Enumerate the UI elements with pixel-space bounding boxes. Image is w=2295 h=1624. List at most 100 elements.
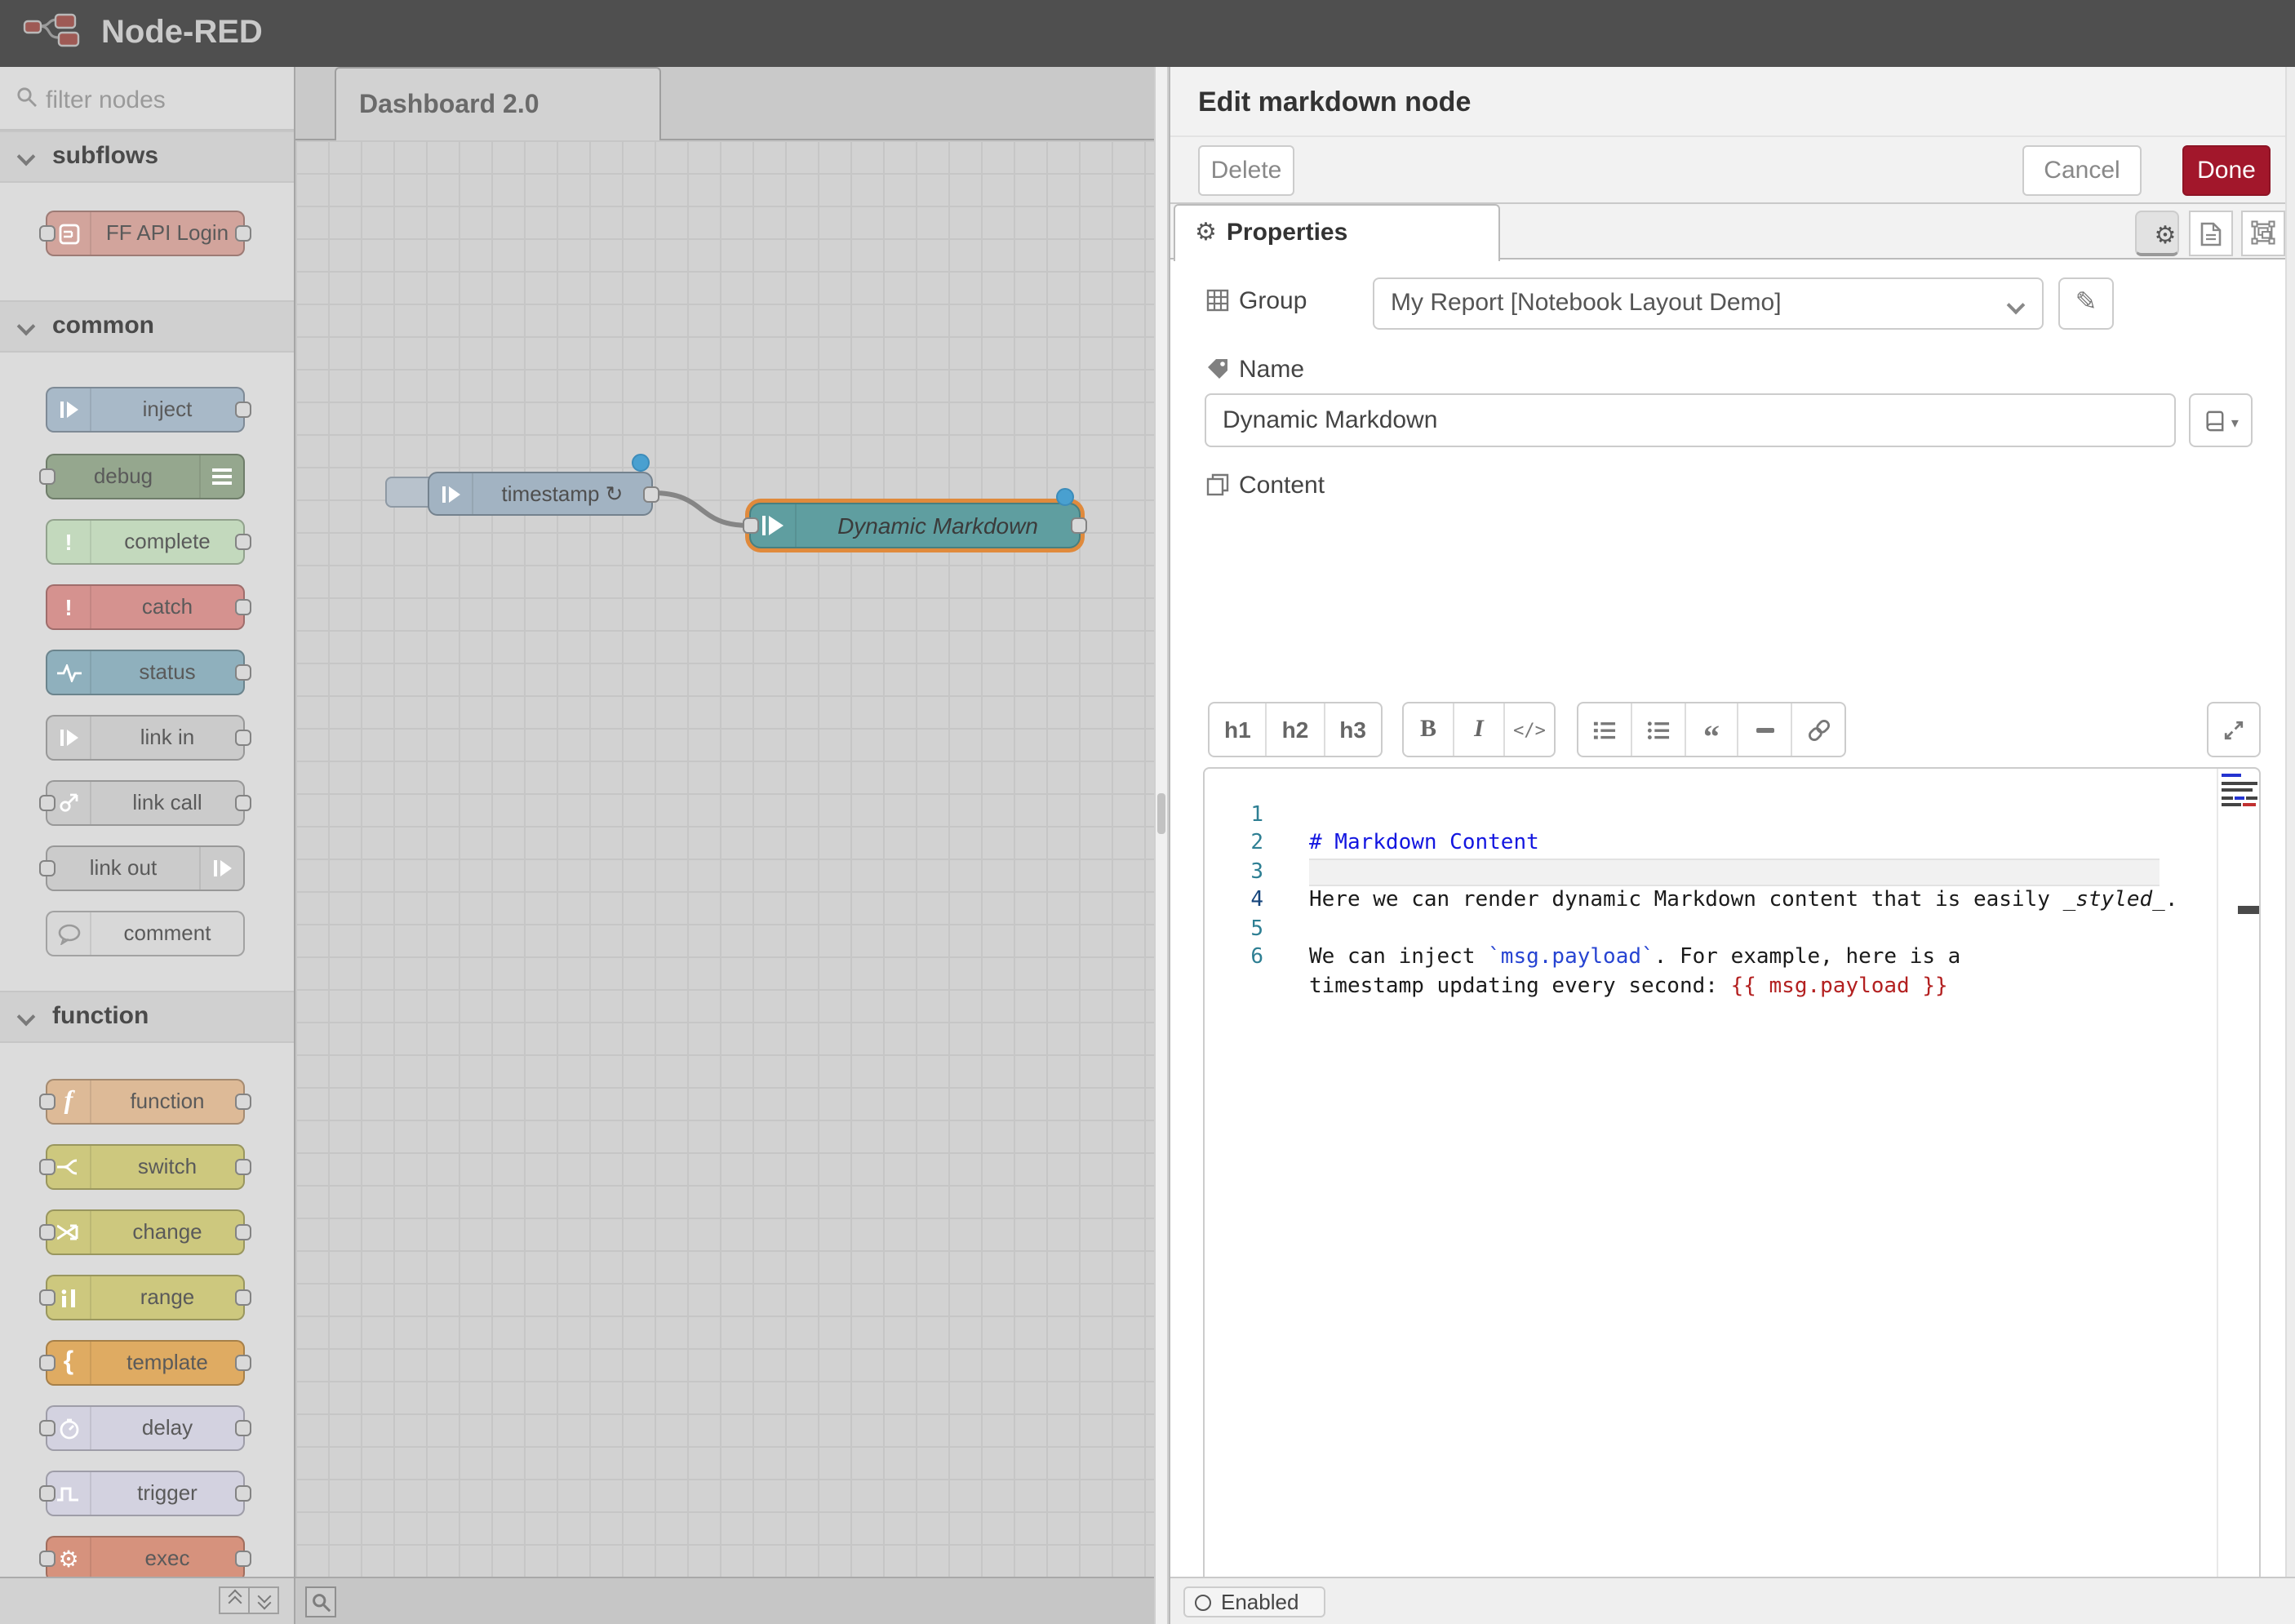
input-port[interactable] (39, 860, 55, 876)
output-port[interactable] (235, 730, 251, 746)
collapse-all-button[interactable] (219, 1586, 250, 1614)
palette-node-trigger[interactable]: trigger (46, 1471, 245, 1516)
description-view-button[interactable] (2189, 211, 2233, 256)
palette-node-link-call[interactable]: link call (46, 780, 245, 826)
blockquote-button[interactable]: “ (1685, 703, 1739, 756)
palette-node-debug[interactable]: debug (46, 454, 245, 499)
palette-node-delay[interactable]: delay (46, 1405, 245, 1451)
output-port[interactable] (235, 1485, 251, 1502)
input-port[interactable] (39, 1094, 55, 1110)
inject-trigger-button[interactable] (385, 477, 434, 508)
expand-editor-button[interactable] (2208, 703, 2259, 756)
palette-node-function[interactable]: f function (46, 1079, 245, 1125)
output-port[interactable] (235, 225, 251, 242)
properties-view-button[interactable]: ⚙ (2135, 211, 2179, 256)
output-port[interactable] (235, 534, 251, 550)
output-port[interactable] (1071, 517, 1087, 534)
output-port[interactable] (235, 402, 251, 418)
cancel-button[interactable]: Cancel (2022, 145, 2142, 196)
palette-node-ff-api-login[interactable]: FF API Login (46, 211, 245, 256)
appearance-view-button[interactable] (2241, 211, 2285, 256)
tray-resize-grip[interactable] (1157, 793, 1165, 834)
output-port[interactable] (235, 1420, 251, 1436)
editor-minimap[interactable] (2222, 774, 2261, 810)
tray-body: Group My Report [Notebook Layout Demo] ✎… (1170, 260, 2295, 1577)
palette-node-range[interactable]: range (46, 1275, 245, 1320)
edit-group-button[interactable]: ✎ (2058, 277, 2114, 330)
output-port[interactable] (235, 1355, 251, 1371)
input-port[interactable] (743, 517, 759, 534)
node-changed-indicator (632, 454, 650, 472)
wire-timestamp-to-markdown[interactable] (295, 67, 1154, 1577)
ordered-list-button[interactable] (1578, 703, 1632, 756)
output-port[interactable] (235, 795, 251, 811)
palette-node-inject[interactable]: inject (46, 387, 245, 433)
input-port[interactable] (39, 795, 55, 811)
palette-node-label: template (91, 1342, 243, 1384)
input-port[interactable] (39, 225, 55, 242)
gear-icon: ⚙ (2155, 222, 2177, 250)
tab-label: Dashboard 2.0 (359, 91, 539, 119)
input-port[interactable] (39, 1289, 55, 1306)
output-port[interactable] (235, 1289, 251, 1306)
link-button[interactable] (1792, 703, 1844, 756)
bold-button[interactable]: B (1404, 703, 1454, 756)
markdown-content-editor[interactable]: 1 # Markdown Content 2 3 Here we can ren… (1203, 767, 2261, 1624)
palette-node-complete[interactable]: ! complete (46, 519, 245, 565)
horizontal-rule-button[interactable] (1739, 703, 1793, 756)
tray-tab-bar: ⚙Properties ⚙ (1170, 204, 2295, 260)
category-subflows[interactable]: subflows (0, 131, 294, 183)
output-port[interactable] (235, 1159, 251, 1175)
h3-button[interactable]: h3 (1325, 703, 1381, 756)
flow-node-dynamic-markdown[interactable]: Dynamic Markdown (749, 503, 1081, 548)
input-port[interactable] (39, 1485, 55, 1502)
expand-all-button[interactable] (248, 1586, 279, 1614)
unordered-list-button[interactable] (1632, 703, 1686, 756)
search-flows-button[interactable] (305, 1586, 336, 1617)
input-port[interactable] (39, 1551, 55, 1567)
output-port[interactable] (235, 1551, 251, 1567)
category-common[interactable]: common (0, 300, 294, 353)
name-input[interactable] (1205, 393, 2176, 447)
palette-node-link-out[interactable]: link out (46, 845, 245, 891)
palette-node-label: delay (91, 1407, 243, 1449)
node-palette: subflows FF API Login common inject debu… (0, 67, 295, 1624)
output-port[interactable] (235, 599, 251, 615)
output-port[interactable] (643, 486, 659, 503)
palette-node-comment[interactable]: comment (46, 911, 245, 956)
node-enabled-toggle[interactable]: Enabled (1183, 1586, 1325, 1617)
tray-resize-bar[interactable] (1154, 67, 1169, 1624)
input-port[interactable] (39, 1355, 55, 1371)
filter-nodes-input[interactable] (42, 78, 277, 121)
comment-bubble-icon (47, 912, 91, 955)
palette-node-template[interactable]: { template (46, 1340, 245, 1386)
palette-node-change[interactable]: change (46, 1209, 245, 1255)
input-port[interactable] (39, 1159, 55, 1175)
palette-node-status[interactable]: status (46, 650, 245, 695)
tab-properties[interactable]: ⚙Properties (1174, 204, 1500, 261)
input-port[interactable] (39, 1420, 55, 1436)
flow-node-timestamp[interactable]: timestamp ↻ (428, 472, 653, 516)
tab-dashboard-2.0[interactable]: Dashboard 2.0 (335, 67, 661, 140)
palette-node-switch[interactable]: switch (46, 1144, 245, 1190)
code-button[interactable]: </> (1505, 703, 1554, 756)
output-port[interactable] (235, 1094, 251, 1110)
done-button[interactable]: Done (2182, 145, 2271, 196)
palette-node-link-in[interactable]: link in (46, 715, 245, 761)
input-port[interactable] (39, 468, 55, 485)
palette-node-catch[interactable]: ! catch (46, 584, 245, 630)
h1-button[interactable]: h1 (1210, 703, 1267, 756)
palette-node-exec[interactable]: ⚙ exec (46, 1536, 245, 1582)
category-function[interactable]: function (0, 991, 294, 1043)
input-port[interactable] (39, 1224, 55, 1240)
delete-button[interactable]: Delete (1198, 145, 1294, 196)
name-generate-button[interactable]: ▾ (2189, 393, 2253, 447)
tray-scrollbar[interactable] (2285, 67, 2295, 1577)
group-select[interactable]: My Report [Notebook Layout Demo] (1373, 277, 2044, 330)
italic-button[interactable]: I (1454, 703, 1505, 756)
pencil-icon: ✎ (2075, 289, 2097, 317)
output-port[interactable] (235, 1224, 251, 1240)
output-port[interactable] (235, 664, 251, 681)
h2-button[interactable]: h2 (1267, 703, 1325, 756)
scroll-position-marker[interactable] (2238, 906, 2261, 914)
